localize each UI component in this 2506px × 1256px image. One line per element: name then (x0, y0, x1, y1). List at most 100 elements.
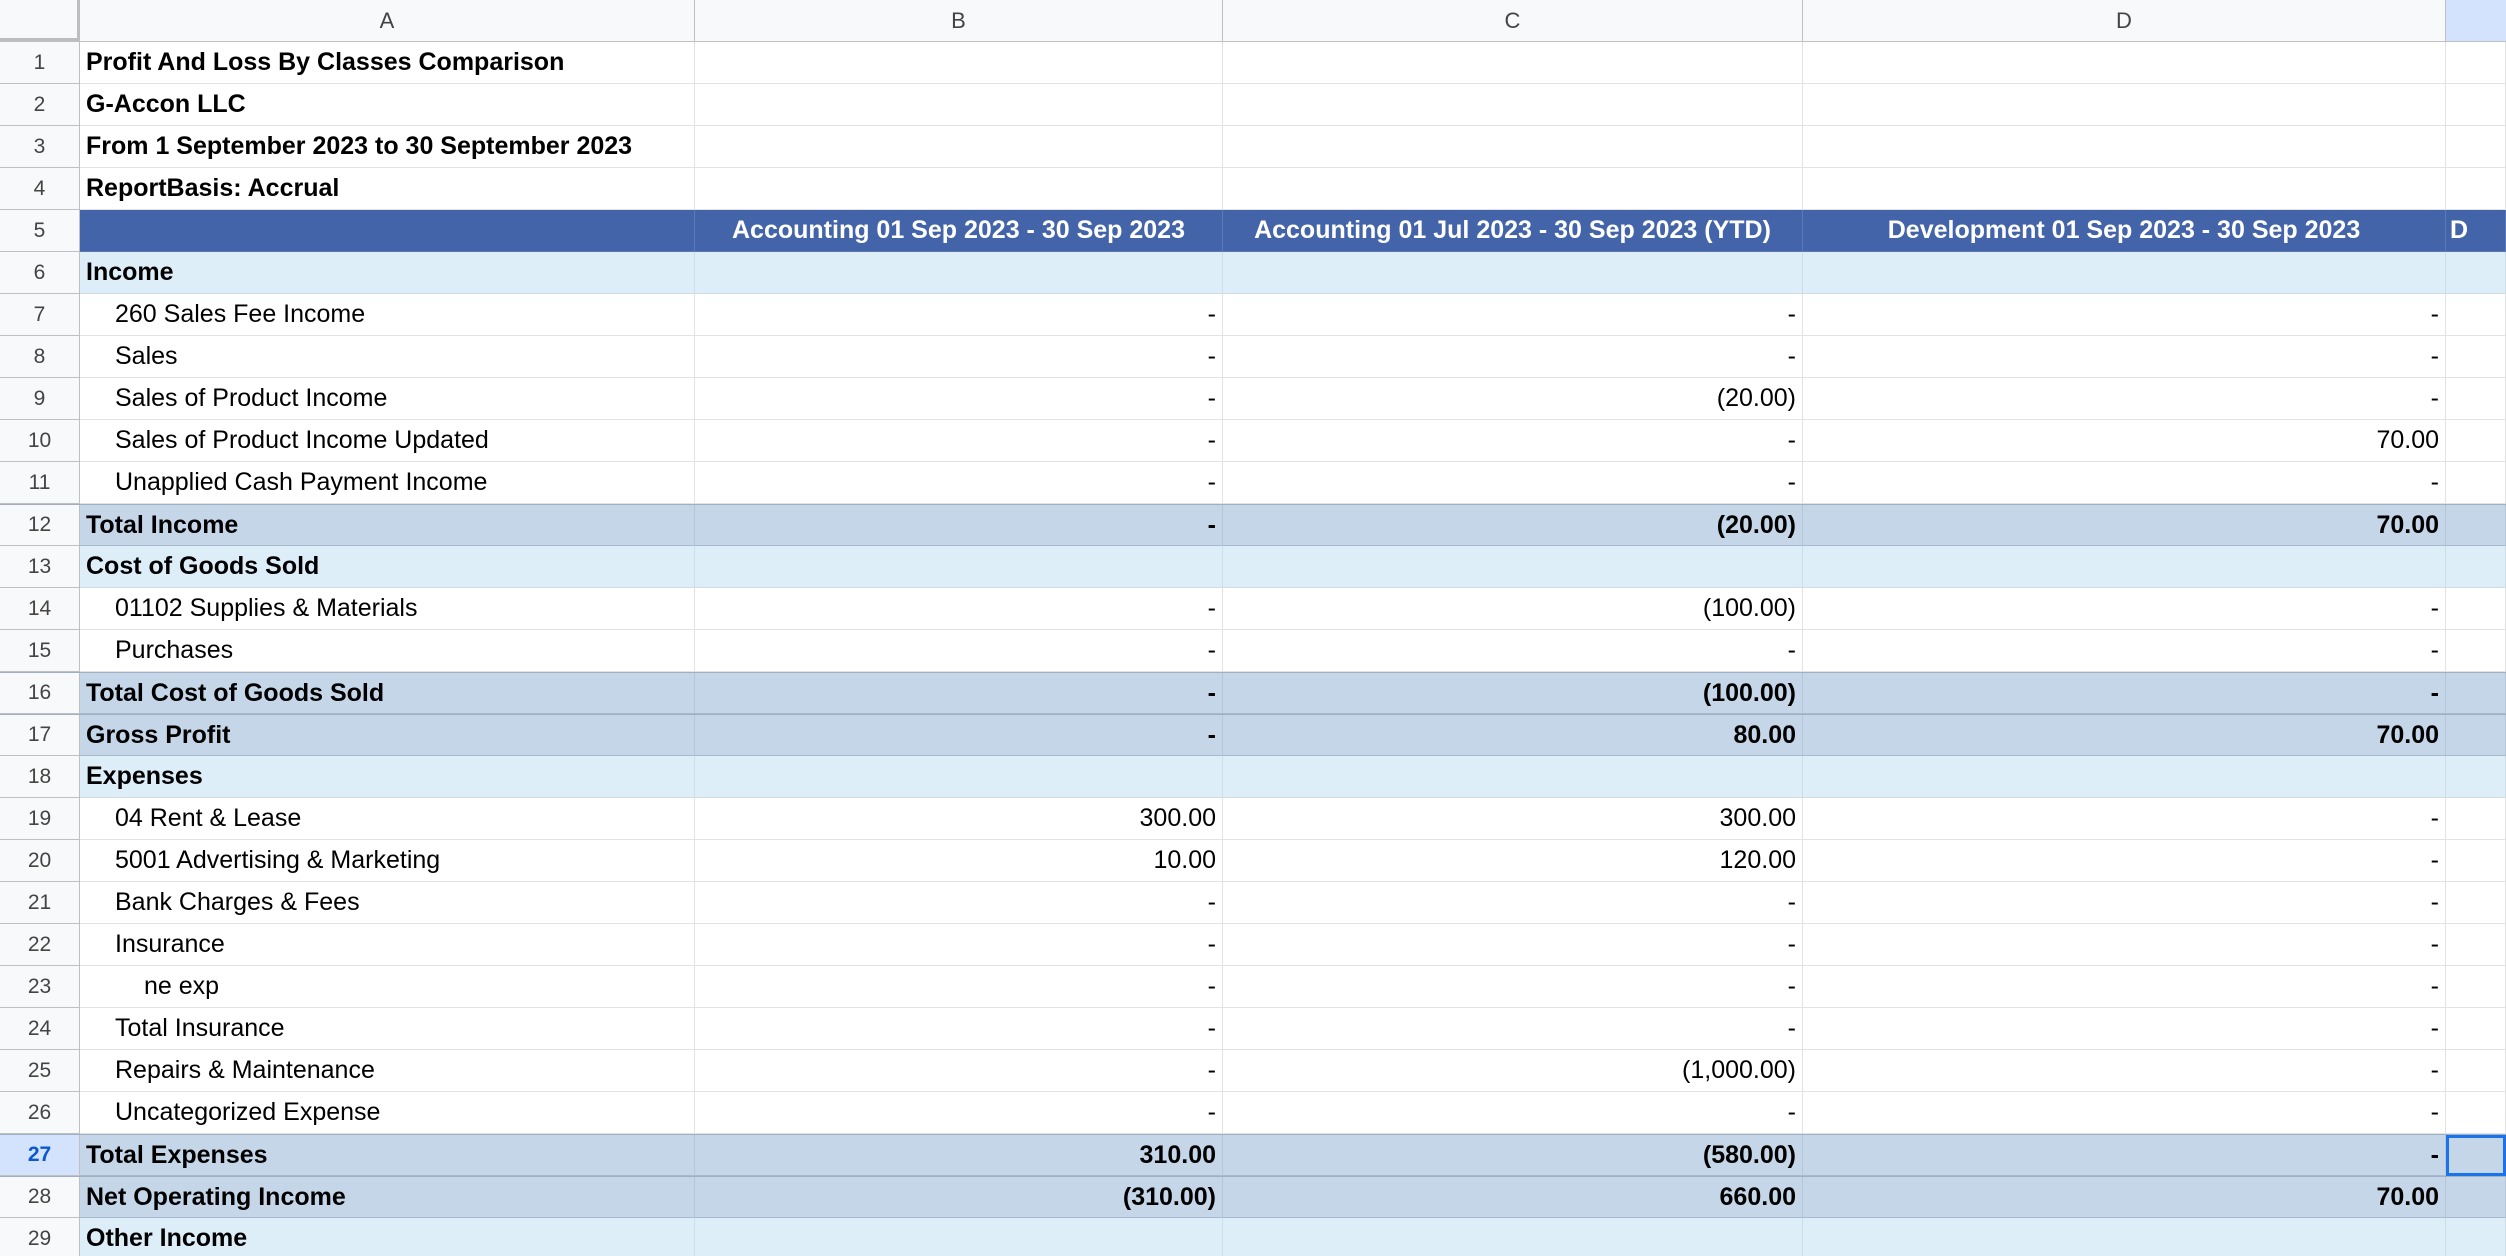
cell-D18[interactable] (1803, 756, 2446, 798)
cell-B13[interactable] (695, 546, 1223, 588)
cell-C12[interactable]: (20.00) (1223, 505, 1803, 546)
cell-D16[interactable]: - (1803, 673, 2446, 714)
column-header-b[interactable]: B (695, 0, 1223, 41)
cell-A29[interactable]: Other Income (80, 1218, 695, 1256)
cell-E13[interactable] (2446, 546, 2506, 588)
cell-C20[interactable]: 120.00 (1223, 840, 1803, 882)
cell-D15[interactable]: - (1803, 630, 2446, 672)
cell-C24[interactable]: - (1223, 1008, 1803, 1050)
cell-E2[interactable] (2446, 84, 2506, 126)
row-number[interactable]: 12 (0, 505, 80, 546)
cell-A23[interactable]: ne exp (80, 966, 695, 1008)
cell-A28[interactable]: Net Operating Income (80, 1177, 695, 1218)
cell-C16[interactable]: (100.00) (1223, 673, 1803, 714)
cell-D6[interactable] (1803, 252, 2446, 294)
cell-B11[interactable]: - (695, 462, 1223, 504)
cell-D2[interactable] (1803, 84, 2446, 126)
row-number[interactable]: 19 (0, 798, 80, 840)
row-number[interactable]: 28 (0, 1177, 80, 1218)
cell-B17[interactable]: - (695, 715, 1223, 756)
row-number[interactable]: 21 (0, 882, 80, 924)
cell-E17[interactable] (2446, 715, 2506, 756)
cell-A11[interactable]: Unapplied Cash Payment Income (80, 462, 695, 504)
cell-A13[interactable]: Cost of Goods Sold (80, 546, 695, 588)
cell-E19[interactable] (2446, 798, 2506, 840)
cell-D20[interactable]: - (1803, 840, 2446, 882)
cell-A15[interactable]: Purchases (80, 630, 695, 672)
cell-C26[interactable]: - (1223, 1092, 1803, 1134)
row-number[interactable]: 22 (0, 924, 80, 966)
cell-C21[interactable]: - (1223, 882, 1803, 924)
cell-C29[interactable] (1223, 1218, 1803, 1256)
cell-C6[interactable] (1223, 252, 1803, 294)
cell-E4[interactable] (2446, 168, 2506, 210)
cell-B10[interactable]: - (695, 420, 1223, 462)
row-number[interactable]: 6 (0, 252, 80, 294)
cell-D28[interactable]: 70.00 (1803, 1177, 2446, 1218)
cell-E20[interactable] (2446, 840, 2506, 882)
cell-B9[interactable]: - (695, 378, 1223, 420)
cell-B16[interactable]: - (695, 673, 1223, 714)
cell-B2[interactable] (695, 84, 1223, 126)
cell-E9[interactable] (2446, 378, 2506, 420)
cell-E11[interactable] (2446, 462, 2506, 504)
cell-A1[interactable]: Profit And Loss By Classes Comparison (80, 42, 695, 84)
cell-E14[interactable] (2446, 588, 2506, 630)
cell-B12[interactable]: - (695, 505, 1223, 546)
cell-C5[interactable]: Accounting 01 Jul 2023 - 30 Sep 2023 (YT… (1223, 210, 1803, 252)
column-header-c[interactable]: C (1223, 0, 1803, 41)
spreadsheet-grid[interactable]: A B C D 1 Profit And Loss By Classes Comp… (0, 0, 2506, 1256)
row-number[interactable]: 2 (0, 84, 80, 126)
row-number[interactable]: 18 (0, 756, 80, 798)
cell-A5[interactable] (80, 210, 695, 252)
cell-E18[interactable] (2446, 756, 2506, 798)
cell-C11[interactable]: - (1223, 462, 1803, 504)
cell-C25[interactable]: (1,000.00) (1223, 1050, 1803, 1092)
cell-B14[interactable]: - (695, 588, 1223, 630)
cell-A17[interactable]: Gross Profit (80, 715, 695, 756)
cell-B1[interactable] (695, 42, 1223, 84)
cell-B21[interactable]: - (695, 882, 1223, 924)
row-number[interactable]: 24 (0, 1008, 80, 1050)
cell-D7[interactable]: - (1803, 294, 2446, 336)
cell-E12[interactable] (2446, 505, 2506, 546)
cell-B26[interactable]: - (695, 1092, 1223, 1134)
cell-D17[interactable]: 70.00 (1803, 715, 2446, 756)
cell-B15[interactable]: - (695, 630, 1223, 672)
cell-E15[interactable] (2446, 630, 2506, 672)
cell-E6[interactable] (2446, 252, 2506, 294)
cell-C23[interactable]: - (1223, 966, 1803, 1008)
cell-A25[interactable]: Repairs & Maintenance (80, 1050, 695, 1092)
cell-C4[interactable] (1223, 168, 1803, 210)
row-number[interactable]: 5 (0, 210, 80, 252)
row-number[interactable]: 9 (0, 378, 80, 420)
cell-C2[interactable] (1223, 84, 1803, 126)
cell-A7[interactable]: 260 Sales Fee Income (80, 294, 695, 336)
cell-A24[interactable]: Total Insurance (80, 1008, 695, 1050)
row-number[interactable]: 7 (0, 294, 80, 336)
cell-E3[interactable] (2446, 126, 2506, 168)
row-number[interactable]: 17 (0, 715, 80, 756)
cell-E16[interactable] (2446, 673, 2506, 714)
cell-D1[interactable] (1803, 42, 2446, 84)
cell-B25[interactable]: - (695, 1050, 1223, 1092)
cell-D25[interactable]: - (1803, 1050, 2446, 1092)
row-number[interactable]: 1 (0, 42, 80, 84)
cell-C18[interactable] (1223, 756, 1803, 798)
cell-C15[interactable]: - (1223, 630, 1803, 672)
column-header-e-partial[interactable] (2446, 0, 2506, 41)
cell-E7[interactable] (2446, 294, 2506, 336)
cell-D14[interactable]: - (1803, 588, 2446, 630)
cell-D3[interactable] (1803, 126, 2446, 168)
row-number[interactable]: 20 (0, 840, 80, 882)
cell-B3[interactable] (695, 126, 1223, 168)
cell-D19[interactable]: - (1803, 798, 2446, 840)
cell-A19[interactable]: 04 Rent & Lease (80, 798, 695, 840)
cell-C28[interactable]: 660.00 (1223, 1177, 1803, 1218)
cell-E24[interactable] (2446, 1008, 2506, 1050)
row-number[interactable]: 23 (0, 966, 80, 1008)
cell-D27[interactable]: - (1803, 1135, 2446, 1176)
cell-C1[interactable] (1223, 42, 1803, 84)
cell-A21[interactable]: Bank Charges & Fees (80, 882, 695, 924)
cell-A4[interactable]: ReportBasis: Accrual (80, 168, 695, 210)
